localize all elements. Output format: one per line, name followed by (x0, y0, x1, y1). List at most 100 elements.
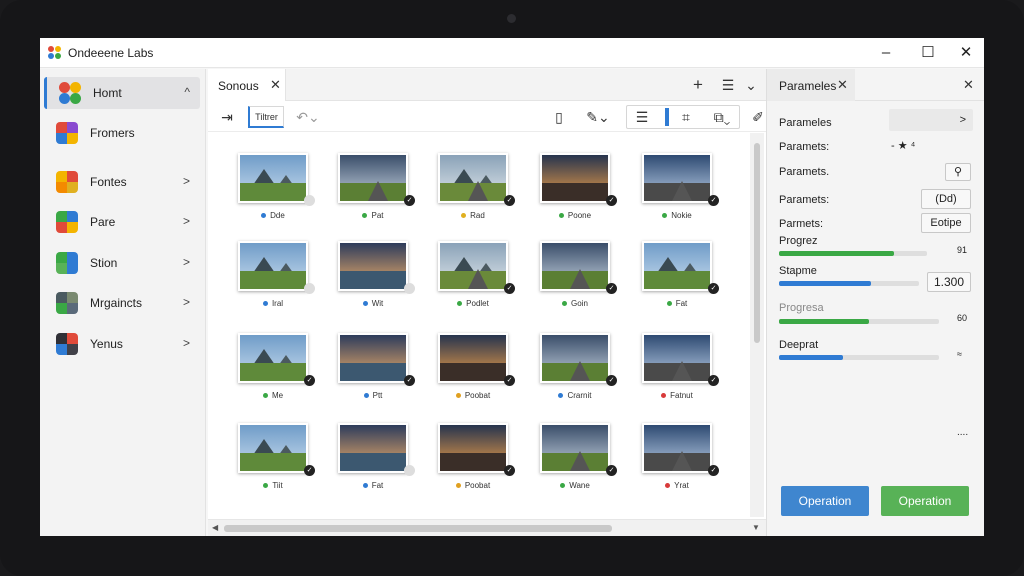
operation-button-secondary[interactable]: Operation (881, 486, 969, 516)
thumbnail-image[interactable] (238, 153, 308, 203)
slider-track[interactable] (779, 251, 927, 256)
selected-check-icon[interactable]: ✓ (304, 375, 315, 386)
thumbnail-item[interactable]: Wit (326, 235, 426, 327)
list-view-icon[interactable]: ☰ (720, 75, 736, 95)
selected-check-icon[interactable]: ✓ (708, 375, 719, 386)
add-tab-icon[interactable]: + (690, 75, 706, 95)
undo-icon[interactable]: ↶⌄ (296, 107, 320, 127)
thumbnail-item[interactable]: ✓ Rad (426, 147, 526, 239)
thumbnail-image[interactable] (540, 423, 610, 473)
thumbnail-image[interactable] (338, 241, 408, 291)
selected-check-icon[interactable]: ✓ (708, 195, 719, 206)
selected-check-icon[interactable]: ✓ (304, 465, 315, 476)
thumbnail-image[interactable] (642, 153, 712, 203)
thumbnail-item[interactable]: ✓ Goin (528, 235, 628, 327)
thumbnail-image[interactable] (238, 333, 308, 383)
parameters-tab-close-icon[interactable]: ✕ (837, 77, 848, 93)
operation-button-primary[interactable]: Operation (781, 486, 869, 516)
scroll-right-icon[interactable]: ▼ (752, 523, 760, 532)
selected-check-icon[interactable]: ✓ (606, 375, 617, 386)
sidebar-item-pare[interactable]: Pare > (44, 206, 200, 238)
selected-check-icon[interactable]: ✓ (606, 195, 617, 206)
selected-check-icon[interactable] (404, 465, 415, 476)
selected-check-icon[interactable]: ✓ (504, 375, 515, 386)
slider-readout[interactable]: 1.300 (927, 272, 971, 292)
crop-icon[interactable]: ⌗ (677, 107, 695, 127)
thumbnail-image[interactable] (438, 241, 508, 291)
close-window-button[interactable]: ✕ (952, 42, 980, 64)
tab-close-icon[interactable]: ✕ (270, 77, 281, 93)
thumbnail-item[interactable]: ✓ Poobat (426, 327, 526, 419)
tab-parameters[interactable]: Parameles ✕ (767, 69, 855, 101)
layers-icon[interactable]: ⧉⌄ (707, 107, 737, 127)
slider-track[interactable] (779, 281, 919, 286)
thumbnail-image[interactable] (338, 153, 408, 203)
filter-button[interactable]: Tiltrer (248, 106, 284, 128)
pen-icon[interactable]: ✎⌄ (582, 107, 614, 127)
param-value-box[interactable]: (Dd) (921, 189, 971, 209)
thumbnail-item[interactable]: ✓ Yrat (630, 417, 730, 509)
thumbnail-image[interactable] (438, 423, 508, 473)
horizontal-scroll-thumb[interactable] (224, 525, 612, 532)
param-dropdown[interactable]: > (889, 109, 973, 131)
thumbnail-item[interactable]: ✓ Ptt (326, 327, 426, 419)
selected-check-icon[interactable]: ✓ (708, 283, 719, 294)
vertical-scroll-thumb[interactable] (754, 143, 760, 343)
thumbnail-item[interactable]: ✓ Fatnut (630, 327, 730, 419)
thumbnail-image[interactable] (642, 423, 712, 473)
thumbnail-item[interactable]: Dde (226, 147, 326, 239)
selected-check-icon[interactable] (304, 195, 315, 206)
sidebar-item-mrgaincts[interactable]: Mrgaincts > (44, 287, 200, 319)
thumbnail-item[interactable]: ✓ Crarnit (528, 327, 628, 419)
thumbnail-image[interactable] (642, 333, 712, 383)
thumbnail-item[interactable]: Iral (226, 235, 326, 327)
sidebar-item-stion[interactable]: Stion > (44, 247, 200, 279)
param-type-box[interactable]: Eotipe (921, 213, 971, 233)
sidebar-item-yenus[interactable]: Yenus > (44, 328, 200, 360)
thumbnail-image[interactable] (238, 423, 308, 473)
maximize-button[interactable]: ☐ (914, 42, 942, 64)
thumbnail-image[interactable] (238, 241, 308, 291)
search-icon[interactable]: ⚲ (945, 163, 971, 181)
tab-menu-icon[interactable]: ⌄ (744, 75, 758, 95)
sidebar-item-fromers[interactable]: Fromers (44, 117, 200, 149)
selected-check-icon[interactable]: ✓ (504, 195, 515, 206)
scroll-left-icon[interactable]: ◀ (212, 523, 218, 532)
panel-icon[interactable]: ▯ (550, 107, 568, 127)
thumbnail-item[interactable]: ✓ Wane (528, 417, 628, 509)
align-icon[interactable]: ☰ (633, 107, 651, 127)
selected-check-icon[interactable]: ✓ (708, 465, 719, 476)
thumbnail-image[interactable] (540, 333, 610, 383)
minimize-button[interactable]: – (872, 42, 900, 64)
export-icon[interactable]: ⇥ (218, 107, 236, 127)
thumbnail-item[interactable]: ✓ Me (226, 327, 326, 419)
thumbnail-image[interactable] (438, 333, 508, 383)
thumbnail-image[interactable] (642, 241, 712, 291)
selected-check-icon[interactable]: ✓ (606, 283, 617, 294)
selected-check-icon[interactable] (404, 283, 415, 294)
selected-check-icon[interactable]: ✓ (404, 195, 415, 206)
slider-track[interactable] (779, 319, 939, 324)
thumbnail-item[interactable]: ✓ Fat (630, 235, 730, 327)
thumbnail-image[interactable] (540, 153, 610, 203)
edit-icon[interactable]: ✐ (750, 107, 766, 127)
thumbnail-image[interactable] (338, 423, 408, 473)
thumbnail-item[interactable]: ✓ Poobat (426, 417, 526, 509)
thumbnail-item[interactable]: ✓ Poone (528, 147, 628, 239)
thumbnail-image[interactable] (338, 333, 408, 383)
vertical-scrollbar[interactable] (750, 133, 764, 517)
horizontal-scrollbar[interactable]: ◀ ▼ (208, 519, 766, 536)
thumbnail-item[interactable]: ✓ Nokie (630, 147, 730, 239)
thumbnail-item[interactable]: Fat (326, 417, 426, 509)
tab-sonous[interactable]: Sonous ✕ (208, 69, 286, 101)
selected-check-icon[interactable]: ✓ (606, 465, 617, 476)
sidebar-item-homt[interactable]: Homt ^ (44, 77, 200, 109)
selected-check-icon[interactable]: ✓ (504, 465, 515, 476)
selected-check-icon[interactable]: ✓ (404, 375, 415, 386)
thumbnail-image[interactable] (540, 241, 610, 291)
thumbnail-item[interactable]: ✓ Tiit (226, 417, 326, 509)
selected-check-icon[interactable] (304, 283, 315, 294)
rating-control[interactable]: - ★ ⁴ (891, 139, 915, 152)
selected-check-icon[interactable]: ✓ (504, 283, 515, 294)
sidebar-item-fontes[interactable]: Fontes > (44, 166, 200, 198)
